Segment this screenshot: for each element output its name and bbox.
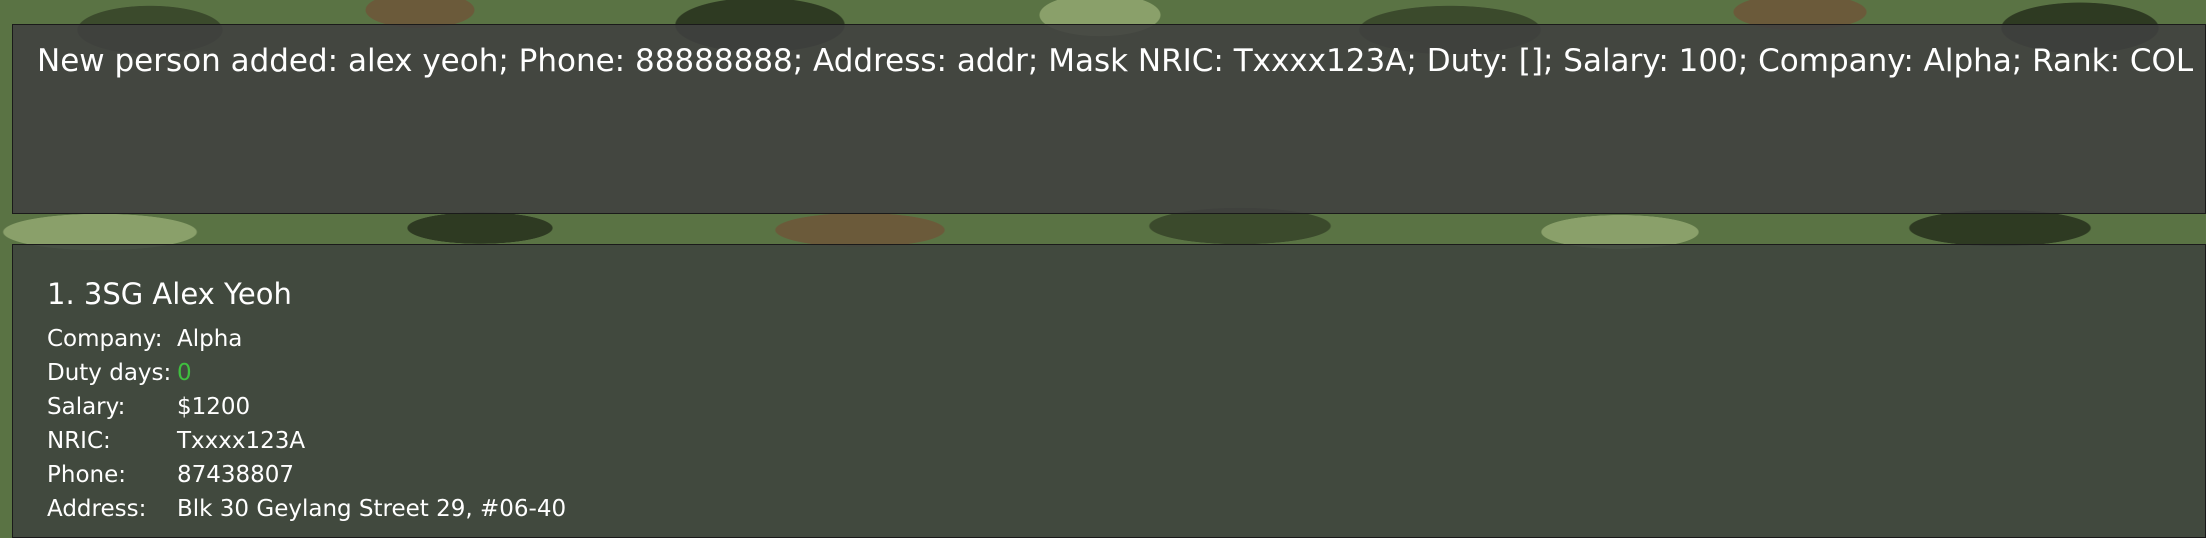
nric-label: NRIC: [47, 427, 111, 454]
salary-row: Salary: $1200 [47, 390, 2171, 424]
person-card-title: 1. 3SG Alex Yeoh [47, 277, 292, 311]
person-list-panel[interactable]: 1. 3SG Alex Yeoh Company: Alpha Duty day… [12, 244, 2206, 538]
address-value: Blk 30 Geylang Street 29, #06-40 [177, 495, 567, 522]
nric-value: Txxxx123A [177, 427, 306, 454]
result-display[interactable]: New person added: alex yeoh; Phone: 8888… [12, 24, 2206, 214]
nric-row: NRIC: Txxxx123A [47, 424, 2171, 458]
company-label: Company: [47, 325, 163, 352]
phone-value: 87438807 [177, 461, 295, 488]
salary-label: Salary: [47, 393, 126, 420]
person-card[interactable]: 1. 3SG Alex Yeoh Company: Alpha Duty day… [47, 277, 2171, 526]
address-row: Address: Blk 30 Geylang Street 29, #06-4… [47, 492, 2171, 526]
company-row: Company: Alpha [47, 322, 2171, 356]
phone-label: Phone: [47, 461, 126, 488]
result-message: New person added: alex yeoh; Phone: 8888… [37, 43, 2194, 79]
address-label: Address: [47, 495, 147, 522]
duty-days-row: Duty days: 0 [47, 356, 2171, 390]
company-value: Alpha [177, 325, 243, 352]
duty-days-value: 0 [177, 359, 192, 386]
phone-row: Phone: 87438807 [47, 458, 2171, 492]
duty-days-label: Duty days: [47, 359, 172, 386]
salary-value: $1200 [177, 393, 251, 420]
